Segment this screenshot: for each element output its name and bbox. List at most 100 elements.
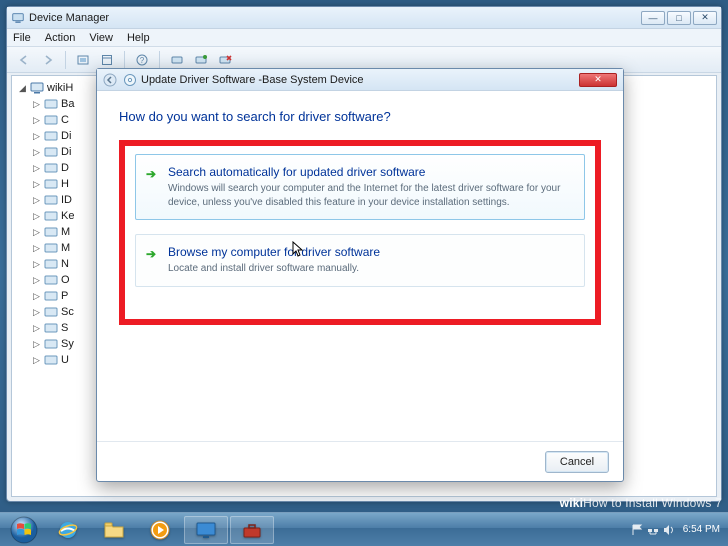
toolbar-separator [124,51,125,69]
back-arrow-icon[interactable] [103,73,117,87]
watermark-brand: wiki [560,496,583,510]
toolbar-back-button[interactable] [13,50,35,70]
menu-action[interactable]: Action [45,32,76,44]
wizard-close-button[interactable]: ✕ [579,73,617,87]
start-button[interactable] [4,515,44,545]
windows-orb-icon [10,516,38,544]
menu-view[interactable]: View [89,32,113,44]
device-icon [44,306,58,318]
toolbar-help-button[interactable]: ? [131,50,153,70]
toolbox-icon [241,521,263,539]
tree-item-label: U [61,354,69,366]
tree-item-label: H [61,178,69,190]
tree-expand-icon[interactable]: ▷ [32,163,41,174]
tree-expand-icon[interactable]: ▷ [32,259,41,270]
dm-title: Device Manager [29,12,109,24]
flag-icon[interactable] [631,524,643,536]
tree-expand-icon[interactable]: ▷ [32,131,41,142]
taskbar-app-1[interactable] [184,516,228,544]
device-icon [44,354,58,366]
tree-item-label: Sc [61,306,74,318]
wizard-title-device: Base System Device [262,74,363,86]
folder-icon [103,520,125,540]
device-icon [44,258,58,270]
update-driver-wizard: Update Driver Software - Base System Dev… [96,68,624,482]
tree-expand-icon[interactable]: ▷ [32,179,41,190]
tree-expand-icon[interactable]: ▷ [32,339,41,350]
media-player-icon [149,519,171,541]
dm-titlebar[interactable]: Device Manager — □ ✕ [7,7,721,29]
tree-expand-icon[interactable]: ▷ [32,243,41,254]
tree-expand-icon[interactable]: ▷ [32,227,41,238]
device-icon [44,146,58,158]
tree-expand-icon[interactable]: ▷ [32,291,41,302]
desktop: Device Manager — □ ✕ File Action View He… [0,0,728,546]
watermark-text: How to Install Windows 7 [583,496,722,510]
option-title: Browse my computer for driver software [168,245,572,259]
taskbar-app-2[interactable] [230,516,274,544]
toolbar-update-button[interactable] [190,50,212,70]
tree-item-label: C [61,114,69,126]
device-icon [44,242,58,254]
dm-menubar: File Action View Help [7,29,721,47]
arrow-right-icon: ➔ [146,247,156,261]
wizard-question: How do you want to search for driver sof… [119,109,601,124]
tree-root-label: wikiH [47,82,73,94]
toolbar-uninstall-button[interactable] [214,50,236,70]
taskbar-ie[interactable] [46,516,90,544]
svg-text:?: ? [140,56,145,65]
window-close-button[interactable]: ✕ [693,11,717,25]
tree-expand-icon[interactable]: ▷ [32,115,41,126]
wizard-titlebar[interactable]: Update Driver Software - Base System Dev… [97,69,623,91]
wizard-footer: Cancel [97,441,623,481]
device-icon [44,130,58,142]
tree-item-label: Di [61,146,71,158]
volume-icon[interactable] [663,524,675,536]
tree-expand-icon[interactable]: ▷ [32,211,41,222]
taskbar-explorer[interactable] [92,516,136,544]
tree-expand-icon[interactable]: ▷ [32,147,41,158]
toolbar-scan-button[interactable] [166,50,188,70]
tree-expand-icon[interactable]: ▷ [32,323,41,334]
device-icon [44,178,58,190]
tree-collapse-icon[interactable]: ◢ [18,83,27,94]
system-tray[interactable]: 6:54 PM [631,524,724,536]
tree-item-label: Ke [61,210,74,222]
window-minimize-button[interactable]: — [641,11,665,25]
tree-expand-icon[interactable]: ▷ [32,275,41,286]
menu-file[interactable]: File [13,32,31,44]
device-icon [44,338,58,350]
wizard-body: How do you want to search for driver sof… [97,91,623,441]
device-icon [44,322,58,334]
wikihow-watermark: wikiHow to Install Windows 7 [560,496,722,510]
tree-item-label: O [61,274,70,286]
device-manager-icon [11,11,25,25]
device-icon [44,274,58,286]
tree-expand-icon[interactable]: ▷ [32,355,41,366]
tree-item-label: P [61,290,68,302]
tree-item-label: N [61,258,69,270]
menu-help[interactable]: Help [127,32,150,44]
device-icon [44,290,58,302]
tree-expand-icon[interactable]: ▷ [32,307,41,318]
tree-item-label: Ba [61,98,74,110]
taskbar-media-player[interactable] [138,516,182,544]
option-title: Search automatically for updated driver … [168,165,572,179]
window-maximize-button[interactable]: □ [667,11,691,25]
cancel-button[interactable]: Cancel [545,451,609,473]
toolbar-forward-button[interactable] [37,50,59,70]
taskbar-clock[interactable]: 6:54 PM [683,524,720,535]
toolbar-properties-button[interactable] [96,50,118,70]
ie-icon [57,519,79,541]
option-browse-computer[interactable]: ➔ Browse my computer for driver software… [135,234,585,287]
taskbar[interactable]: 6:54 PM [0,512,728,546]
option-search-automatically[interactable]: ➔ Search automatically for updated drive… [135,154,585,220]
tree-expand-icon[interactable]: ▷ [32,195,41,206]
network-icon[interactable] [647,524,659,536]
device-icon [44,162,58,174]
tree-expand-icon[interactable]: ▷ [32,99,41,110]
toolbar-separator [65,51,66,69]
toolbar-separator [159,51,160,69]
toolbar-show-hidden-button[interactable] [72,50,94,70]
device-icon [44,98,58,110]
